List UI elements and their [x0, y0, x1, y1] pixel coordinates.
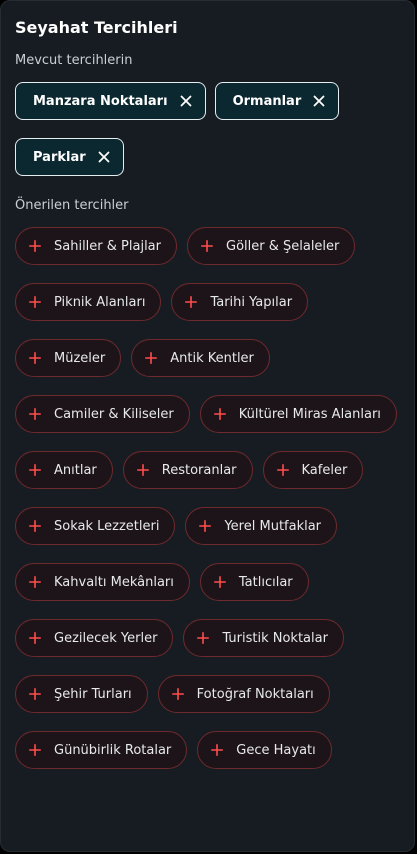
suggested-preference-chip[interactable]: Müzeler: [15, 339, 122, 377]
suggested-preference-label: Tarihi Yapılar: [210, 294, 293, 310]
plus-icon: [29, 352, 41, 364]
plus-icon: [185, 296, 198, 308]
plus-icon: [201, 240, 213, 252]
suggested-preference-chip[interactable]: Gece Hayatı: [197, 731, 332, 769]
plus-icon: [276, 464, 289, 476]
selected-preference-label: Manzara Noktaları: [33, 93, 168, 109]
plus-icon: [29, 632, 41, 644]
close-icon[interactable]: [98, 151, 110, 163]
suggested-preference-chip[interactable]: Kültürel Miras Alanları: [199, 395, 397, 433]
suggested-preference-chip[interactable]: Antik Kentler: [131, 339, 270, 377]
suggested-preference-chip[interactable]: Kafeler: [262, 451, 364, 489]
suggested-preference-label: Camiler & Kiliseler: [54, 406, 174, 422]
suggested-preference-chip[interactable]: Yerel Mutfaklar: [185, 507, 338, 545]
suggested-preference-label: Şehir Turları: [54, 686, 132, 702]
suggested-preference-label: Günübirlik Rotalar: [54, 742, 172, 758]
suggested-preference-chip[interactable]: Şehir Turları: [15, 675, 148, 713]
current-preferences-label: Mevcut tercihlerin: [15, 53, 133, 68]
suggested-preference-label: Gece Hayatı: [236, 742, 316, 758]
suggested-preference-chip[interactable]: Restoranlar: [122, 451, 253, 489]
close-icon[interactable]: [313, 95, 325, 107]
plus-icon: [145, 352, 158, 364]
plus-icon: [213, 576, 226, 588]
suggested-preference-chip[interactable]: Gezilecek Yerler: [15, 619, 174, 657]
plus-icon: [199, 520, 212, 532]
panel-title: Seyahat Tercihleri: [15, 18, 178, 37]
suggested-preference-label: Kafeler: [301, 462, 348, 478]
plus-icon: [29, 688, 41, 700]
suggested-preference-chip[interactable]: Tarihi Yapılar: [171, 283, 309, 321]
suggested-preference-label: Piknik Alanları: [54, 294, 146, 310]
selected-preference-label: Ormanlar: [232, 93, 302, 109]
plus-icon: [29, 520, 41, 532]
plus-icon: [29, 240, 41, 252]
suggested-preference-label: Turistik Noktalar: [222, 630, 328, 646]
plus-icon: [136, 464, 149, 476]
suggested-preference-chip[interactable]: Günübirlik Rotalar: [15, 731, 188, 769]
plus-icon: [197, 632, 210, 644]
selected-preference-chip: Parklar: [15, 138, 124, 176]
suggested-preference-chip[interactable]: Tatlıcılar: [199, 563, 309, 601]
suggested-preference-chip[interactable]: Piknik Alanları: [15, 283, 162, 321]
suggested-preference-label: Fotoğraf Noktaları: [196, 686, 314, 702]
plus-icon: [29, 576, 41, 588]
suggested-preference-chip[interactable]: Sokak Lezzetleri: [15, 507, 176, 545]
plus-icon: [29, 296, 41, 308]
suggested-preferences-list: Sahiller & Plajlar Göller & Şelaleler Pikn…: [15, 227, 400, 769]
plus-icon: [171, 688, 184, 700]
suggested-preference-label: Müzeler: [54, 350, 106, 366]
suggested-preference-label: Kahvaltı Mekânları: [54, 574, 174, 590]
suggested-preference-label: Göller & Şelaleler: [226, 238, 340, 254]
plus-icon: [29, 744, 41, 756]
close-icon[interactable]: [180, 95, 192, 107]
suggested-preference-label: Sokak Lezzetleri: [54, 518, 160, 534]
suggested-preference-chip[interactable]: Turistik Noktalar: [183, 619, 344, 657]
suggested-preference-label: Kültürel Miras Alanları: [238, 406, 381, 422]
plus-icon: [29, 464, 41, 476]
plus-icon: [211, 744, 224, 756]
suggested-preference-chip[interactable]: Kahvaltı Mekânları: [15, 563, 190, 601]
suggested-preference-label: Antik Kentler: [170, 350, 254, 366]
selected-preferences-list: Manzara Noktaları Ormanlar Parklar: [15, 82, 400, 176]
suggested-preference-label: Gezilecek Yerler: [54, 630, 158, 646]
selected-preference-label: Parklar: [33, 149, 86, 165]
suggested-preference-chip[interactable]: Fotoğraf Noktaları: [157, 675, 330, 713]
travel-preferences-panel: Seyahat Tercihleri Mevcut tercihlerin Ma…: [0, 0, 415, 852]
suggested-preference-label: Sahiller & Plajlar: [54, 238, 161, 254]
selected-preference-chip: Manzara Noktaları: [15, 82, 206, 120]
suggested-preferences-label: Önerilen tercihler: [15, 198, 129, 213]
suggested-preference-chip[interactable]: Anıtlar: [15, 451, 113, 489]
plus-icon: [213, 408, 226, 420]
suggested-preference-chip[interactable]: Camiler & Kiliseler: [15, 395, 190, 433]
selected-preference-chip: Ormanlar: [214, 82, 340, 120]
suggested-preference-label: Anıtlar: [54, 462, 97, 478]
plus-icon: [29, 408, 41, 420]
suggested-preference-chip[interactable]: Sahiller & Plajlar: [15, 227, 177, 265]
suggested-preference-label: Tatlıcılar: [238, 574, 293, 590]
suggested-preference-label: Restoranlar: [161, 462, 237, 478]
suggested-preference-chip[interactable]: Göller & Şelaleler: [187, 227, 356, 265]
suggested-preference-label: Yerel Mutfaklar: [224, 518, 322, 534]
